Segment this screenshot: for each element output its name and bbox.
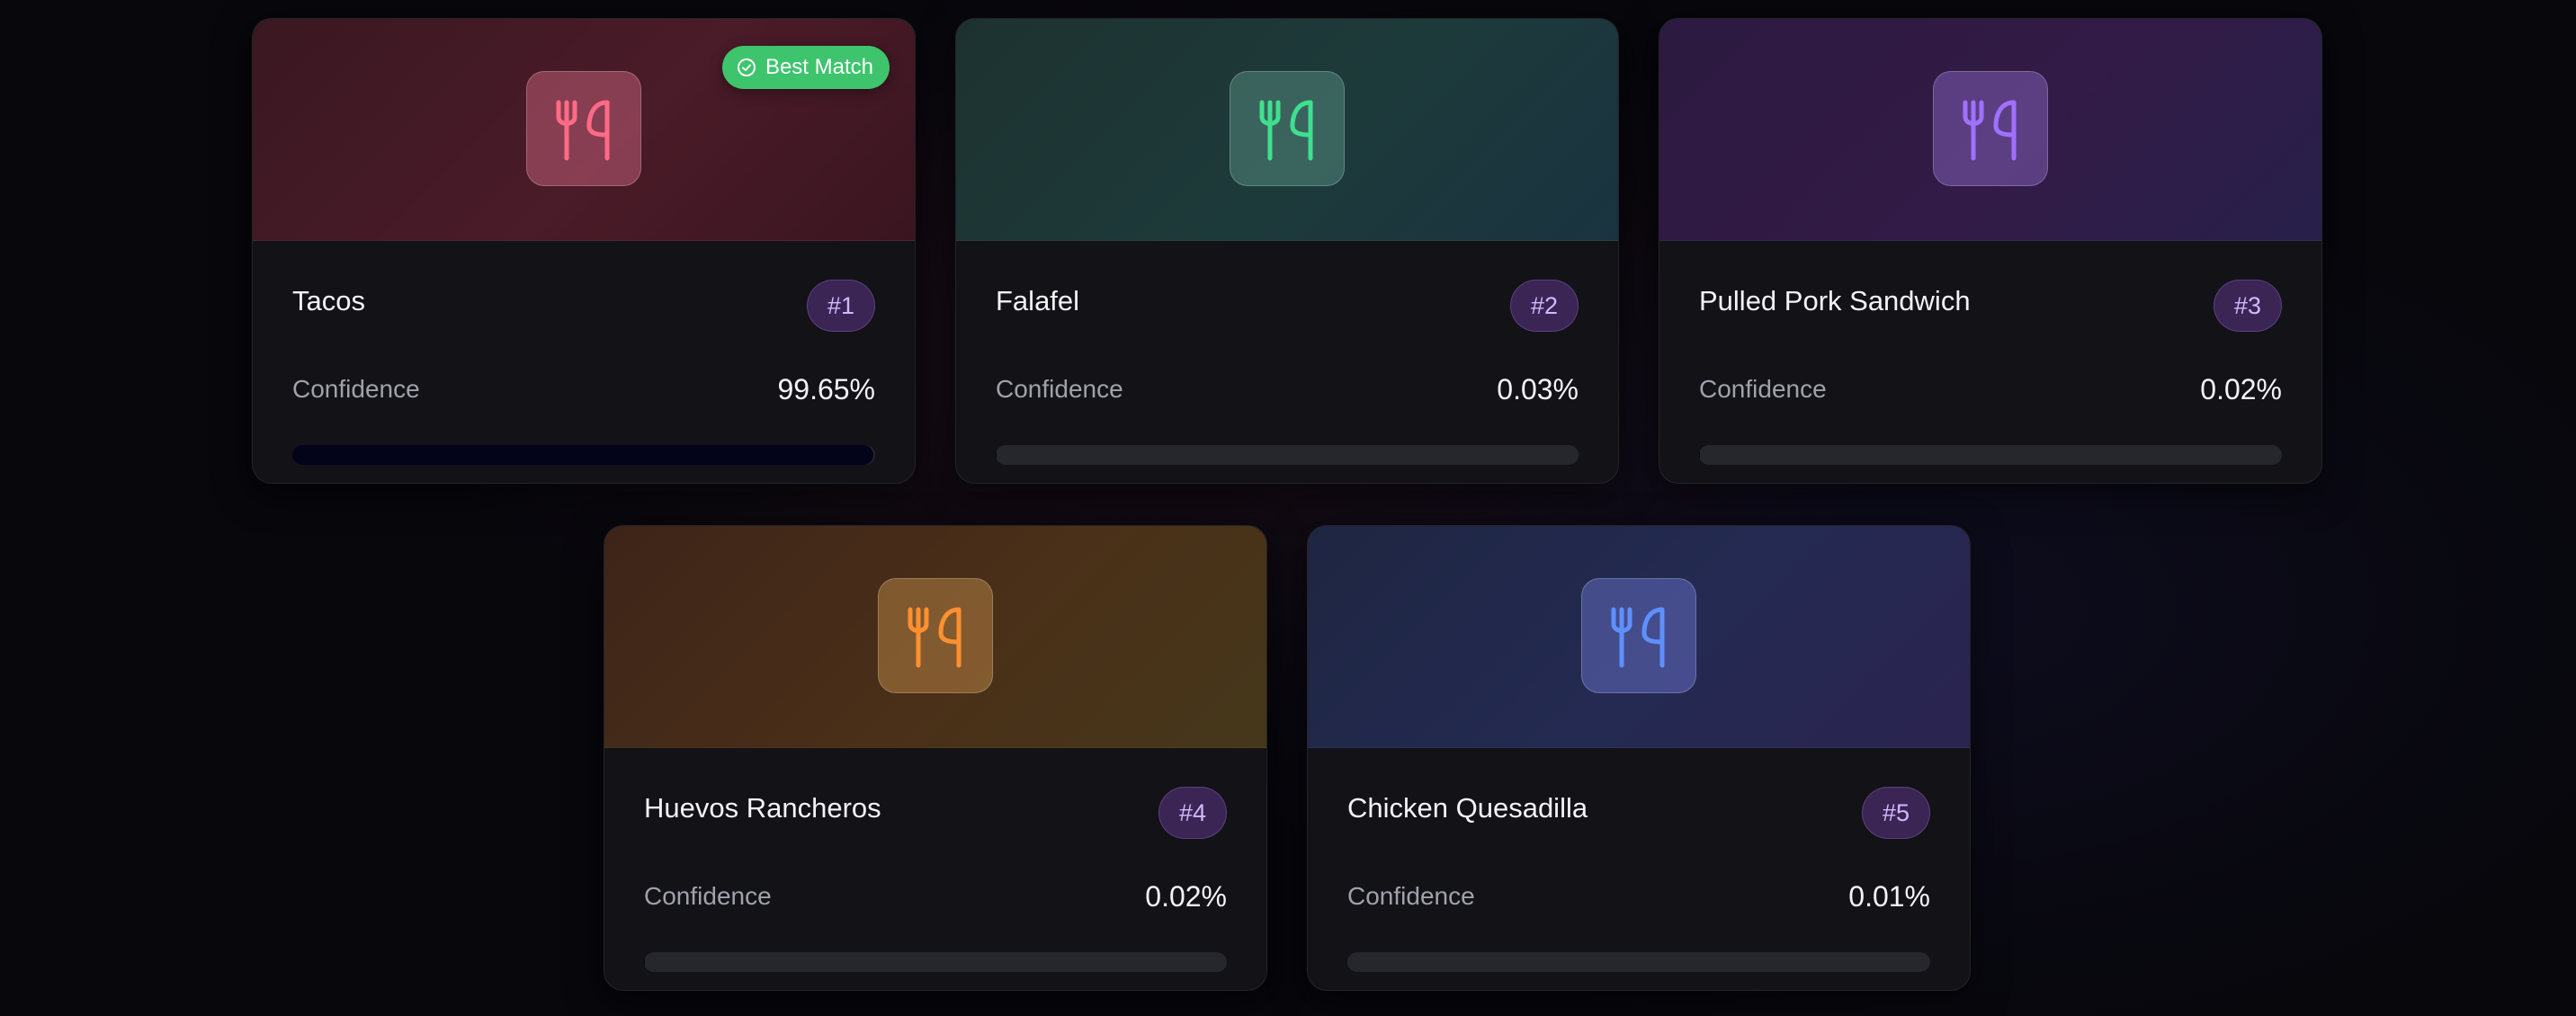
card-header xyxy=(1308,526,1970,748)
rank-badge: #3 xyxy=(2214,280,2282,332)
dish-icon-tile xyxy=(1230,71,1345,186)
result-card-1[interactable]: Best Match Tacos #1 Confidence 99.65% xyxy=(252,18,916,484)
dish-icon-tile xyxy=(1933,71,2048,186)
confidence-value: 99.65% xyxy=(777,373,875,406)
confidence-label: Confidence xyxy=(644,882,772,910)
confidence-label: Confidence xyxy=(996,375,1123,403)
utensils-icon xyxy=(1611,607,1665,668)
confidence-bar-fill xyxy=(292,445,873,465)
utensils-icon xyxy=(908,607,962,668)
confidence-bar xyxy=(1699,445,2282,465)
card-header xyxy=(1659,19,2321,241)
rank-badge: #2 xyxy=(1510,280,1579,332)
dish-name: Tacos xyxy=(292,285,365,316)
confidence-value: 0.01% xyxy=(1848,880,1930,913)
check-circle-icon xyxy=(737,58,756,76)
card-header xyxy=(604,526,1266,748)
utensils-icon xyxy=(556,100,610,161)
utensils-icon xyxy=(1963,100,2017,161)
card-body: Tacos #1 Confidence 99.65% xyxy=(292,240,875,483)
card-body: Falafel #2 Confidence 0.03% xyxy=(996,240,1579,483)
card-body: Pulled Pork Sandwich #3 Confidence 0.02% xyxy=(1699,240,2282,483)
utensils-icon xyxy=(1259,100,1313,161)
confidence-label: Confidence xyxy=(292,375,420,403)
confidence-label: Confidence xyxy=(1699,375,1827,403)
dish-name: Falafel xyxy=(996,285,1080,316)
result-card-2[interactable]: Falafel #2 Confidence 0.03% xyxy=(955,18,1619,484)
best-match-label: Best Match xyxy=(765,55,873,79)
result-card-3[interactable]: Pulled Pork Sandwich #3 Confidence 0.02% xyxy=(1659,18,2322,484)
confidence-bar xyxy=(996,445,1579,465)
dish-icon-tile xyxy=(1581,578,1696,693)
rank-badge: #4 xyxy=(1158,787,1227,839)
card-body: Chicken Quesadilla #5 Confidence 0.01% xyxy=(1347,747,1930,990)
confidence-value: 0.02% xyxy=(1145,880,1227,913)
confidence-value: 0.03% xyxy=(1497,373,1579,406)
rank-badge: #5 xyxy=(1862,787,1930,839)
card-header xyxy=(956,19,1618,241)
confidence-bar xyxy=(644,952,1227,972)
dish-name: Chicken Quesadilla xyxy=(1347,792,1588,824)
dish-name: Pulled Pork Sandwich xyxy=(1699,285,1971,316)
card-header: Best Match xyxy=(253,19,915,241)
dish-icon-tile xyxy=(526,71,641,186)
confidence-value: 0.02% xyxy=(2200,373,2282,406)
dish-icon-tile xyxy=(878,578,993,693)
result-card-4[interactable]: Huevos Rancheros #4 Confidence 0.02% xyxy=(604,525,1267,991)
confidence-bar xyxy=(1347,952,1930,972)
confidence-bar xyxy=(292,445,875,465)
card-body: Huevos Rancheros #4 Confidence 0.02% xyxy=(644,747,1227,990)
confidence-label: Confidence xyxy=(1347,882,1475,910)
rank-badge: #1 xyxy=(807,280,875,332)
result-card-5[interactable]: Chicken Quesadilla #5 Confidence 0.01% xyxy=(1307,525,1971,991)
dish-name: Huevos Rancheros xyxy=(644,792,881,824)
best-match-badge: Best Match xyxy=(721,46,890,89)
